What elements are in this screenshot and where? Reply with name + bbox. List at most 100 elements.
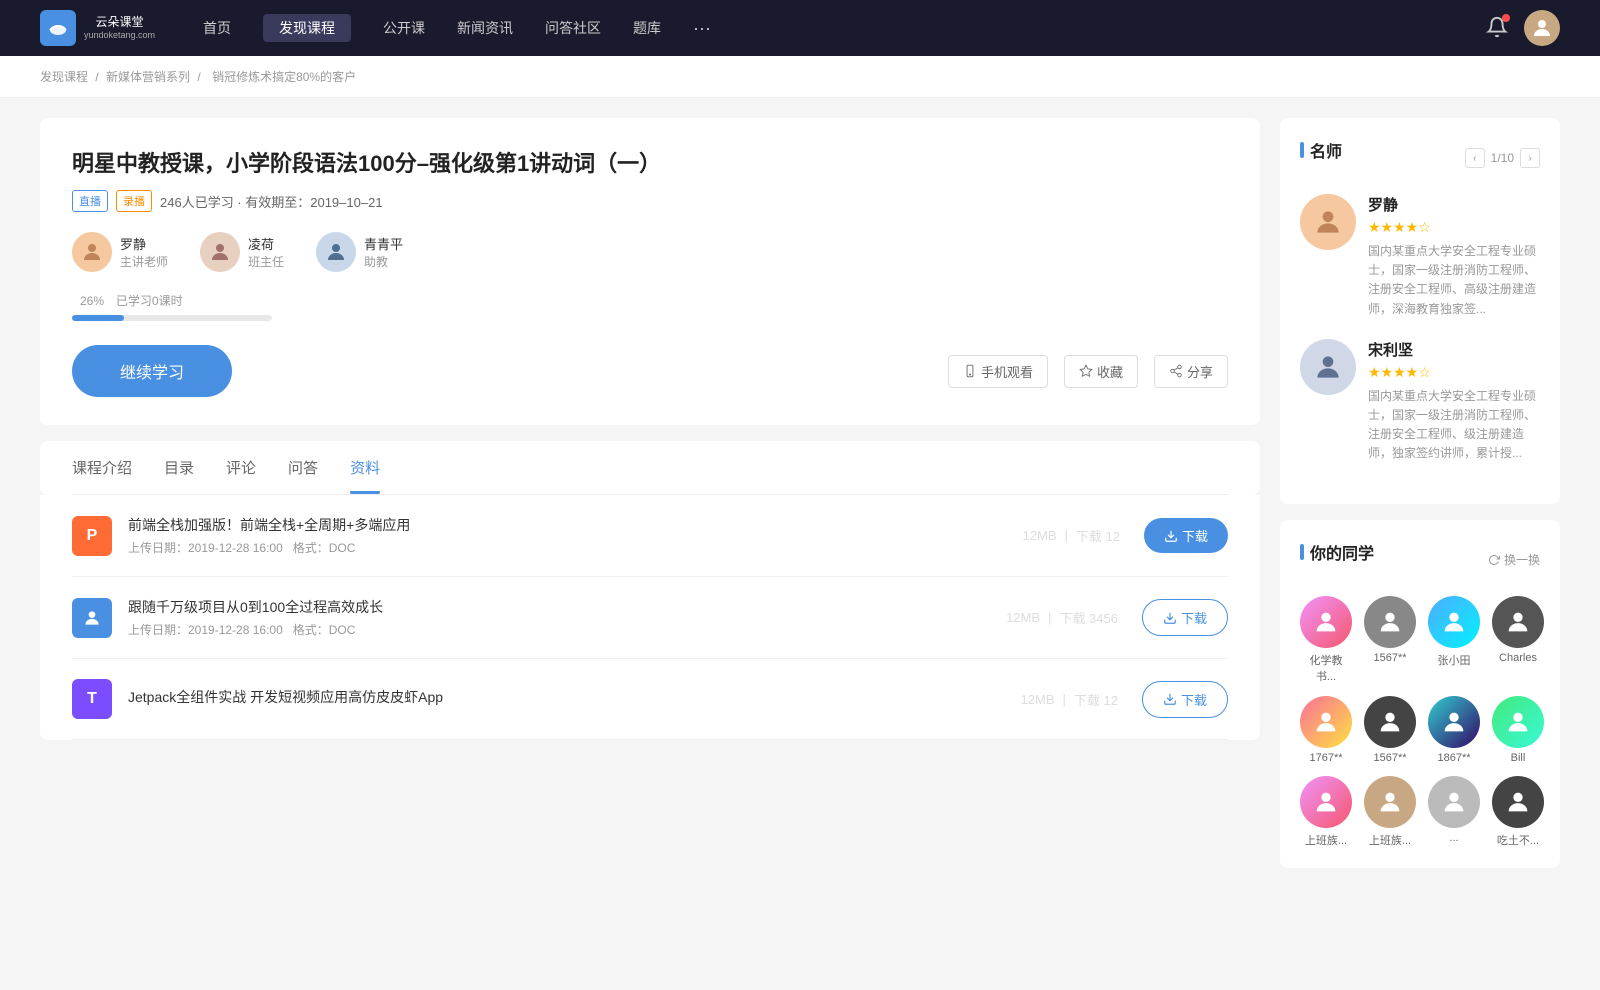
download-button-2[interactable]: 下载 (1142, 681, 1228, 718)
navbar: 云朵课堂 yundoketang.com 首页 发现课程 公开课 新闻资讯 问答… (0, 0, 1600, 56)
nav-item-open[interactable]: 公开课 (383, 14, 425, 42)
classmate-avatar-3 (1492, 596, 1544, 648)
logo-name: 云朵课堂 (84, 16, 155, 29)
resource-title-2: Jetpack全组件实战 开发短视频应用高仿皮皮虾App (128, 687, 1021, 707)
teachers: 罗静 主讲老师 凌荷 班主任 (72, 232, 1228, 272)
classmate-5[interactable]: 1567** (1364, 696, 1416, 764)
classmate-name-8: 上班族... (1305, 832, 1347, 848)
nav-item-home[interactable]: 首页 (203, 14, 231, 42)
master-name-1: 宋利坚 (1368, 339, 1540, 360)
logo-sub: yundoketang.com (84, 30, 155, 40)
tab-review[interactable]: 评论 (226, 441, 256, 494)
tab-qa[interactable]: 问答 (288, 441, 318, 494)
classmate-1[interactable]: 1567** (1364, 596, 1416, 684)
teacher-role-0: 主讲老师 (120, 253, 168, 270)
classmate-7[interactable]: Bill (1492, 696, 1544, 764)
download-button-0[interactable]: 下载 (1144, 518, 1228, 553)
classmate-6[interactable]: 1867** (1428, 696, 1480, 764)
master-avatar-1 (1300, 339, 1356, 395)
progress-bar-fill (72, 315, 124, 321)
nav-item-news[interactable]: 新闻资讯 (457, 14, 513, 42)
classmate-name-4: 1767** (1309, 752, 1342, 764)
nav-item-quiz[interactable]: 题库 (633, 14, 661, 42)
notification-bell[interactable] (1486, 16, 1508, 41)
classmate-avatar-0 (1300, 596, 1352, 648)
user-avatar[interactable] (1524, 10, 1560, 46)
teacher-avatar-0 (72, 232, 112, 272)
teacher-0: 罗静 主讲老师 (72, 232, 168, 272)
classmate-name-5: 1567** (1373, 752, 1406, 764)
classmate-avatar-1 (1364, 596, 1416, 648)
teacher-avatar-1 (200, 232, 240, 272)
classmate-name-11: 吃土不... (1497, 832, 1539, 848)
resource-icon-1 (72, 598, 112, 638)
action-buttons: 手机观看 收藏 分享 (948, 355, 1228, 388)
teacher-avatar-2 (316, 232, 356, 272)
resource-stats-1: 12MB | 下载 3456 (1006, 608, 1118, 627)
master-item-1: 宋利坚 ★★★★☆ 国内某重点大学安全工程专业硕士，国家一级注册消防工程师、注册… (1300, 339, 1540, 464)
resource-meta-1: 上传日期：2019-12-28 16:00 格式：DOC (128, 621, 1006, 638)
page-info: 1/10 (1491, 151, 1514, 165)
classmate-avatar-5 (1364, 696, 1416, 748)
tab-catalog[interactable]: 目录 (164, 441, 194, 494)
share-button[interactable]: 分享 (1154, 355, 1228, 388)
teacher-2: 青青平 助教 (316, 232, 403, 272)
breadcrumb-current: 销冠修炼术搞定80%的客户 (212, 70, 356, 84)
classmate-8[interactable]: 上班族... (1300, 776, 1352, 848)
mobile-watch-button[interactable]: 手机观看 (948, 355, 1048, 388)
tabs: 课程介绍 目录 评论 问答 资料 (72, 441, 1228, 495)
prev-page-button[interactable]: ‹ (1465, 148, 1485, 168)
master-name-0: 罗静 (1368, 194, 1540, 215)
resource-list: P 前端全栈加强版！前端全栈+全周期+多端应用 上传日期：2019-12-28 … (40, 495, 1260, 740)
breadcrumb-link-discover[interactable]: 发现课程 (40, 70, 88, 84)
resource-title-0: 前端全栈加强版！前端全栈+全周期+多端应用 (128, 515, 1023, 535)
classmate-2[interactable]: 张小田 (1428, 596, 1480, 684)
classmates-header: 你的同学 换一换 (1300, 540, 1540, 580)
next-page-button[interactable]: › (1520, 148, 1540, 168)
nav-item-discover[interactable]: 发现课程 (263, 14, 351, 42)
master-desc-0: 国内某重点大学安全工程专业硕士，国家一级注册消防工程师、注册安全工程师、高级注册… (1368, 242, 1540, 319)
classmate-avatar-10 (1428, 776, 1480, 828)
classmate-name-3: Charles (1499, 652, 1537, 664)
nav-more[interactable]: ··· (693, 18, 711, 39)
resource-meta-0: 上传日期：2019-12-28 16:00 格式：DOC (128, 539, 1023, 556)
classmate-avatar-6 (1428, 696, 1480, 748)
breadcrumb: 发现课程 / 新媒体营销系列 / 销冠修炼术搞定80%的客户 (0, 56, 1600, 98)
master-stars-1: ★★★★☆ (1368, 364, 1540, 381)
classmate-0[interactable]: 化学教书... (1300, 596, 1352, 684)
resource-info-2: Jetpack全组件实战 开发短视频应用高仿皮皮虾App (128, 687, 1021, 711)
notification-dot (1502, 14, 1510, 22)
badge-live: 直播 (72, 190, 108, 212)
classmate-name-9: 上班族... (1369, 832, 1411, 848)
collect-button[interactable]: 收藏 (1064, 355, 1138, 388)
continue-button[interactable]: 继续学习 (72, 345, 232, 397)
master-avatar-0 (1300, 194, 1356, 250)
refresh-button[interactable]: 换一换 (1488, 551, 1540, 568)
download-button-1[interactable]: 下载 (1142, 599, 1228, 636)
classmate-9[interactable]: 上班族... (1364, 776, 1416, 848)
classmate-avatar-9 (1364, 776, 1416, 828)
classmate-avatar-4 (1300, 696, 1352, 748)
action-row: 继续学习 手机观看 收藏 分享 (72, 345, 1228, 397)
course-meta: 246人已学习 · 有效期至：2019–10–21 (160, 192, 383, 211)
breadcrumb-link-series[interactable]: 新媒体营销系列 (106, 70, 190, 84)
main-layout: 明星中教授课，小学阶段语法100分–强化级第1讲动词（一） 直播 录播 246人… (0, 98, 1600, 904)
nav-item-qa[interactable]: 问答社区 (545, 14, 601, 42)
left-panel: 明星中教授课，小学阶段语法100分–强化级第1讲动词（一） 直播 录播 246人… (40, 118, 1260, 884)
masters-header: 名师 ‹ 1/10 › (1300, 138, 1540, 178)
classmate-name-6: 1867** (1437, 752, 1470, 764)
classmate-4[interactable]: 1767** (1300, 696, 1352, 764)
classmates-grid: 化学教书... 1567** 张小田 (1300, 596, 1540, 848)
classmate-name-10: ... (1449, 832, 1458, 844)
classmate-avatar-2 (1428, 596, 1480, 648)
classmate-11[interactable]: 吃土不... (1492, 776, 1544, 848)
tab-resources[interactable]: 资料 (350, 441, 380, 494)
resource-item-1: 跟随千万级项目从0到100全过程高效成长 上传日期：2019-12-28 16:… (72, 577, 1228, 659)
classmate-3[interactable]: Charles (1492, 596, 1544, 684)
classmate-10[interactable]: ... (1428, 776, 1480, 848)
tab-intro[interactable]: 课程介绍 (72, 441, 132, 494)
classmate-name-0: 化学教书... (1300, 652, 1352, 684)
teacher-name-1: 凌荷 (248, 234, 284, 253)
master-item-0: 罗静 ★★★★☆ 国内某重点大学安全工程专业硕士，国家一级注册消防工程师、注册安… (1300, 194, 1540, 319)
logo[interactable]: 云朵课堂 yundoketang.com (40, 10, 155, 46)
